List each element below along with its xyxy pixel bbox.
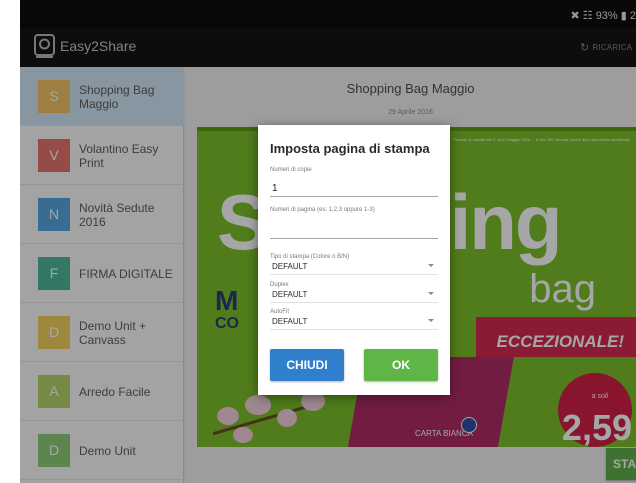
- autofit-value: DEFAULT: [272, 317, 308, 326]
- print-type-value: DEFAULT: [272, 262, 308, 271]
- pages-label: Numeri di pagina (es: 1,2,3 oppure 1-3): [270, 207, 375, 213]
- dialog-title: Imposta pagina di stampa: [270, 141, 430, 156]
- pages-input[interactable]: [270, 223, 438, 239]
- duplex-value: DEFAULT: [272, 290, 308, 299]
- copies-input[interactable]: [270, 181, 438, 197]
- autofit-label: AutoFit: [270, 309, 290, 315]
- copies-label: Numeri di copie: [270, 167, 312, 173]
- autofit-select[interactable]: DEFAULT: [270, 317, 438, 330]
- print-type-select[interactable]: DEFAULT: [270, 262, 438, 275]
- chevron-down-icon: [428, 292, 434, 295]
- duplex-label: Duplex: [270, 282, 289, 288]
- close-button[interactable]: CHIUDI: [270, 349, 344, 381]
- duplex-select[interactable]: DEFAULT: [270, 290, 438, 303]
- print-settings-dialog: Imposta pagina di stampa Numeri di copie…: [258, 125, 450, 395]
- app-window: ✖ ☷ 93% ▮ 2 Easy2Share ↻ RICARICA S Shoppi…: [20, 0, 636, 483]
- chevron-down-icon: [428, 264, 434, 267]
- ok-button[interactable]: OK: [364, 349, 438, 381]
- chevron-down-icon: [428, 319, 434, 322]
- print-type-label: Tipo di stampa (Colore o B/N): [270, 254, 350, 260]
